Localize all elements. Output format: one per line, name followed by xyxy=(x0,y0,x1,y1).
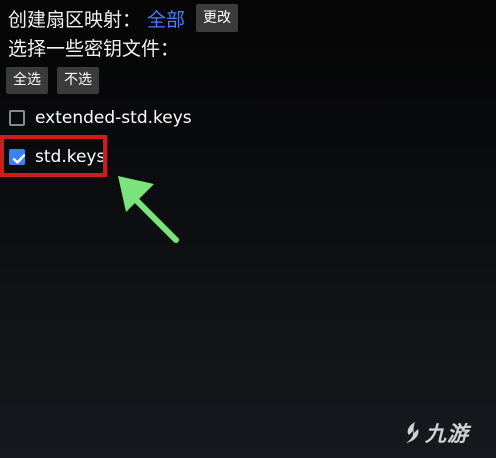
watermark: 九游 xyxy=(403,418,469,448)
change-button[interactable]: 更改 xyxy=(196,4,239,32)
watermark-text: 九游 xyxy=(425,422,469,446)
highlight-box xyxy=(0,135,107,177)
select-keys-label: 选择一些密钥文件： xyxy=(8,38,180,60)
sector-map-value[interactable]: 全部 xyxy=(147,5,185,32)
pointer-arrow-icon xyxy=(118,176,179,243)
sector-map-label: 创建扇区映射： xyxy=(8,8,142,31)
key-file-item-extended-std[interactable]: extended-std.keys xyxy=(9,107,192,129)
key-file-name: extended-std.keys xyxy=(35,108,192,128)
sector-map-row: 创建扇区映射： 全部 更改 xyxy=(8,4,239,32)
select-all-button[interactable]: 全选 xyxy=(6,67,48,94)
checkbox-unchecked[interactable] xyxy=(9,110,25,126)
jiuyou-logo-icon xyxy=(406,422,419,443)
select-none-button[interactable]: 不选 xyxy=(57,67,99,94)
selection-buttons: 全选 不选 xyxy=(6,67,108,94)
